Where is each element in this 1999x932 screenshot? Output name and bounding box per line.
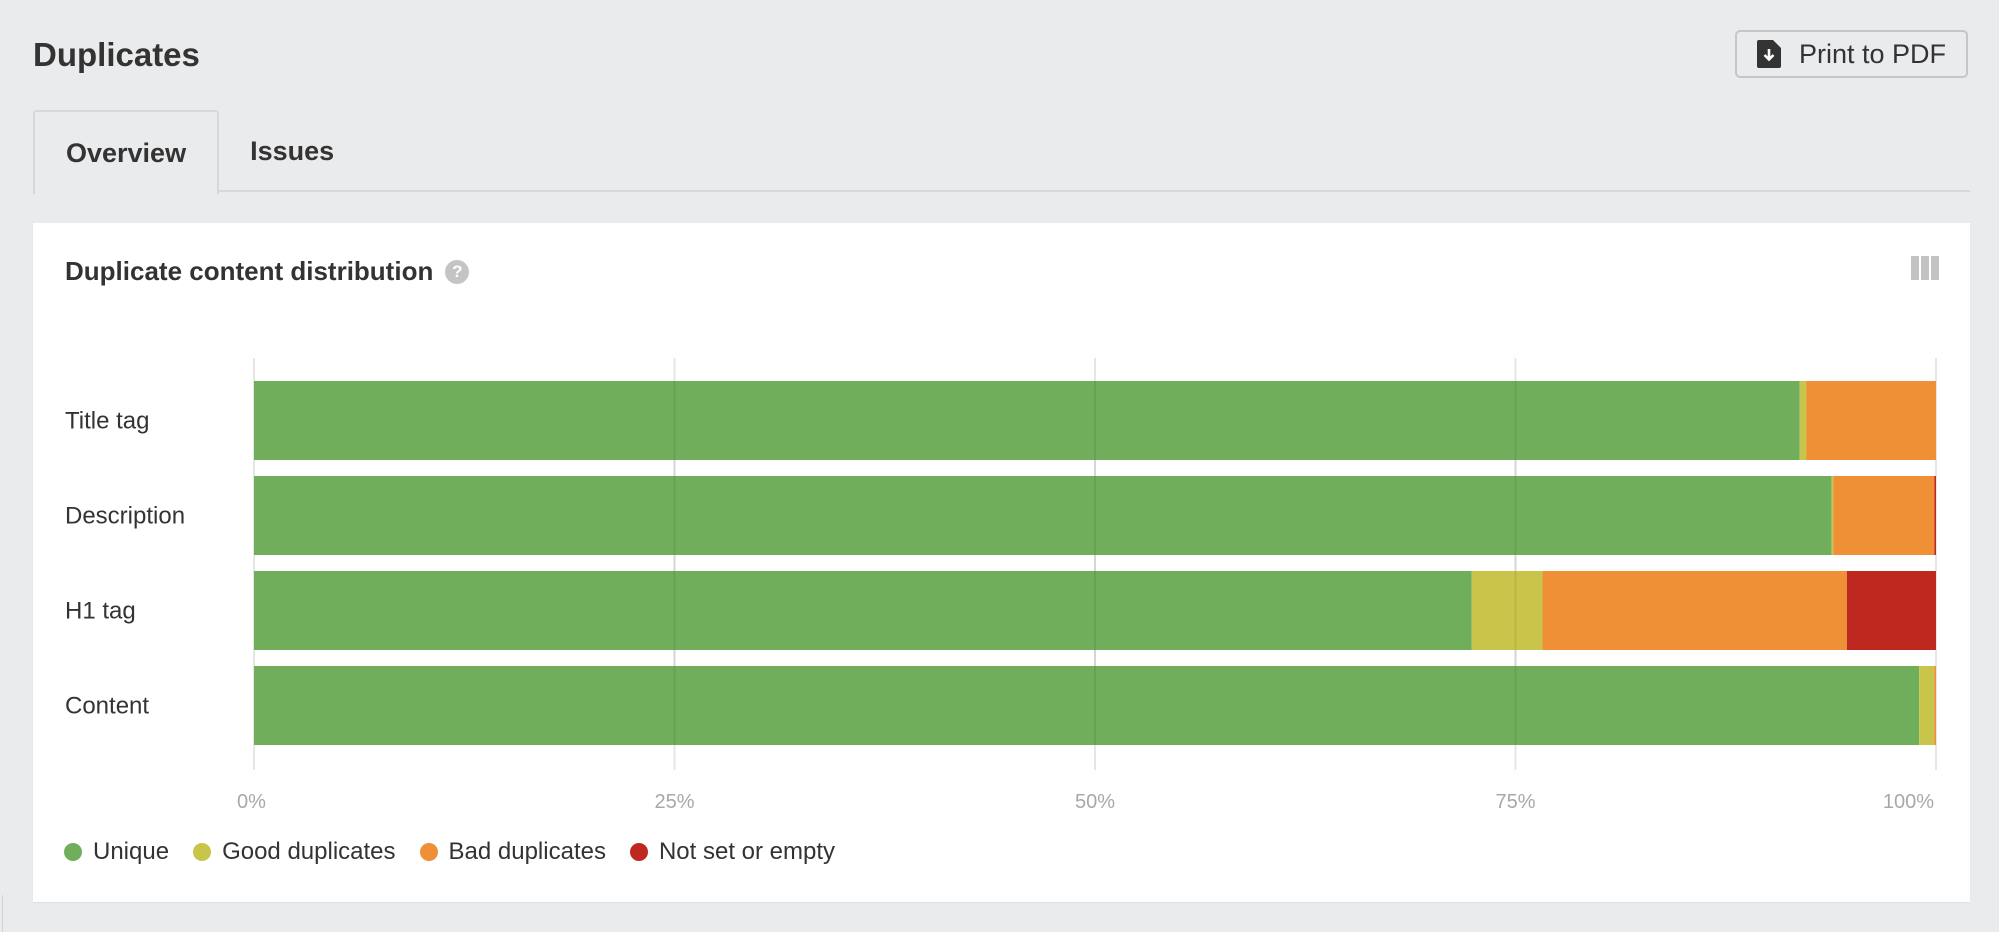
row-label: Description <box>65 503 185 530</box>
legend-item-good-duplicates[interactable]: Good duplicates <box>193 838 396 866</box>
legend-label-bad-duplicates: Bad duplicates <box>448 838 606 865</box>
bar-segment-not-set-or-empty <box>1846 571 1936 650</box>
bar-segment-bad-duplicates <box>1806 381 1936 460</box>
bar-segment-good-duplicates <box>1919 666 1935 745</box>
row-label: H1 tag <box>65 598 136 625</box>
bar-segment-good-duplicates <box>1471 571 1543 650</box>
x-tick-label: 75% <box>1495 791 1535 813</box>
legend-item-bad-duplicates[interactable]: Bad duplicates <box>419 838 606 866</box>
row-label: Title tag <box>65 408 149 435</box>
tab-issues[interactable]: Issues <box>219 110 365 192</box>
legend-label-not-set-or-empty: Not set or empty <box>658 838 836 865</box>
bar-segment-good-duplicates <box>1799 381 1807 460</box>
duplicate-distribution-card: Duplicate content distribution ? Title t… <box>33 223 1970 902</box>
legend-label-unique: Unique <box>93 838 170 865</box>
legend-dot-not-set-or-empty <box>629 843 648 861</box>
x-tick-label: 0% <box>237 791 266 813</box>
legend-dot-good-duplicates <box>193 843 212 861</box>
print-to-pdf-label: Print to PDF <box>1798 38 1947 69</box>
legend-dot-bad-duplicates <box>419 843 438 861</box>
bar-segment-unique <box>254 571 1472 650</box>
chart-legend: Unique Good duplicates Bad duplicates No… <box>64 838 835 866</box>
x-axis-ticks: 0% 25% 50% 75% 100% <box>237 791 1934 813</box>
bars <box>254 381 1936 745</box>
bar-segment-good-duplicates <box>1831 476 1834 555</box>
page-title: Duplicates <box>33 36 200 73</box>
tab-bar: Overview Issues <box>33 110 1970 194</box>
bar-segment-unique <box>254 476 1832 555</box>
bar-segment-unique <box>254 666 1920 745</box>
print-to-pdf-button[interactable]: Print to PDF <box>1735 30 1968 78</box>
tab-issues-label: Issues <box>250 135 335 166</box>
legend-item-not-set-or-empty[interactable]: Not set or empty <box>629 838 836 866</box>
bar-segment-unique <box>254 381 1800 460</box>
legend-label-good-duplicates: Good duplicates <box>222 838 396 865</box>
legend-dot-unique <box>64 843 82 861</box>
x-tick-label: 50% <box>1075 791 1115 813</box>
bar-segment-bad-duplicates <box>1542 571 1847 650</box>
row-label: Content <box>65 693 149 720</box>
tab-overview-label: Overview <box>66 137 187 168</box>
bar-segment-bad-duplicates <box>1934 666 1936 745</box>
legend-item-unique[interactable]: Unique <box>64 838 169 866</box>
x-tick-label: 100% <box>1883 791 1934 813</box>
row-labels: Title tag Description H1 tag Content <box>65 408 185 720</box>
bar-segment-not-set-or-empty <box>1934 476 1936 555</box>
page-edge-divider <box>2 895 3 932</box>
tab-overview[interactable]: Overview <box>33 110 220 194</box>
file-download-icon <box>1756 40 1781 68</box>
stacked-bar-chart: Title tag Description H1 tag Content 0% 25% 5… <box>65 358 1937 813</box>
bar-segment-bad-duplicates <box>1833 476 1935 555</box>
x-tick-label: 25% <box>654 791 694 813</box>
